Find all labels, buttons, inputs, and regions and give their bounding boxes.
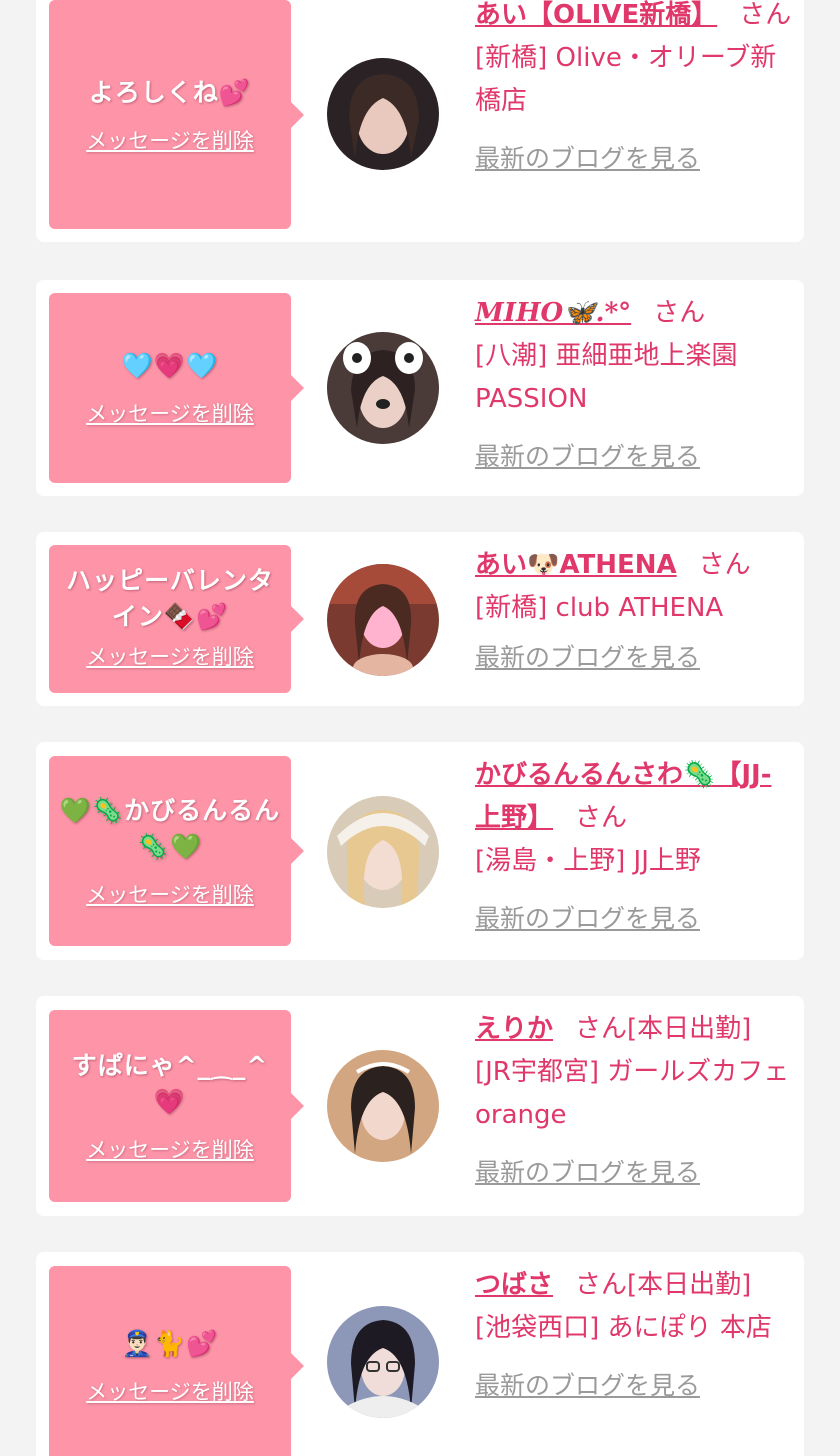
avatar[interactable] bbox=[327, 332, 439, 444]
honorific: さん bbox=[653, 298, 706, 328]
sender-info: あい【OLIVE新橋】 さん [新橋] Olive・オリーブ新橋店 最新のブログを… bbox=[475, 0, 795, 181]
message-card: 🩵💗🩵 メッセージを削除 MIHO🦋.*° さん [八潮] 亜細亜地上楽園PASS… bbox=[36, 280, 804, 496]
latest-blog-link[interactable]: 最新のブログを見る bbox=[475, 1364, 700, 1407]
avatar[interactable] bbox=[327, 796, 439, 908]
message-bubble: よろしくね💕 メッセージを削除 bbox=[49, 0, 304, 229]
message-bubble: 💚🦠かびるんるん🦠💚 メッセージを削除 bbox=[49, 756, 304, 946]
message-card: よろしくね💕 メッセージを削除 あい【OLIVE新橋】 さん [新橋] Olive… bbox=[36, 0, 804, 242]
delete-message-link[interactable]: メッセージを削除 bbox=[86, 398, 254, 428]
message-text: 👮🏻‍♂️🐈💕 bbox=[121, 1329, 219, 1358]
honorific: さん bbox=[698, 550, 751, 580]
message-list: よろしくね💕 メッセージを削除 あい【OLIVE新橋】 さん [新橋] Olive… bbox=[0, 0, 840, 1456]
sender-info: つばさ さん[本日出勤] [池袋西口] あにぽり 本店 最新のブログを見る bbox=[475, 1264, 795, 1408]
shop-name: [池袋西口] あにぽり 本店 bbox=[475, 1313, 772, 1343]
honorific: さん bbox=[575, 1014, 628, 1044]
avatar[interactable] bbox=[327, 58, 439, 170]
message-card: 💚🦠かびるんるん🦠💚 メッセージを削除 かびるんるんさわ🦠【JJ-上野】 さん [… bbox=[36, 742, 804, 960]
latest-blog-link[interactable]: 最新のブログを見る bbox=[475, 435, 700, 478]
message-text: 🩵💗🩵 bbox=[121, 351, 219, 380]
honorific: さん bbox=[575, 1270, 628, 1300]
message-bubble: 👮🏻‍♂️🐈💕 メッセージを削除 bbox=[49, 1266, 304, 1456]
shop-name: [湯島・上野] JJ上野 bbox=[475, 846, 701, 876]
sender-info: えりか さん[本日出勤] [JR宇都宮] ガールズカフェ orange 最新のブロ… bbox=[475, 1008, 795, 1195]
message-text: よろしくね💕 bbox=[88, 77, 252, 107]
delete-message-link[interactable]: メッセージを削除 bbox=[86, 125, 254, 155]
sender-info: あい🐶ATHENA さん [新橋] club ATHENA 最新のブログを見る bbox=[475, 544, 795, 680]
shop-name: [新橋] Olive・オリーブ新橋店 bbox=[475, 43, 777, 116]
avatar[interactable] bbox=[327, 564, 439, 676]
shop-name: [新橋] club ATHENA bbox=[475, 593, 724, 623]
honorific: さん bbox=[739, 0, 792, 30]
latest-blog-link[interactable]: 最新のブログを見る bbox=[475, 1151, 700, 1194]
sender-name-link[interactable]: あい【OLIVE新橋】 bbox=[475, 0, 717, 30]
shop-name: [八潮] 亜細亜地上楽園PASSION bbox=[475, 341, 738, 414]
sender-name-link[interactable]: えりか bbox=[475, 1014, 553, 1044]
message-text: 💚🦠かびるんるん🦠💚 bbox=[59, 796, 281, 861]
today-attendance-badge: [本日出勤] bbox=[627, 1014, 752, 1044]
sender-name-link[interactable]: MIHO🦋.*° bbox=[475, 298, 631, 328]
delete-message-link[interactable]: メッセージを削除 bbox=[86, 1134, 254, 1164]
today-attendance-badge: [本日出勤] bbox=[627, 1270, 752, 1300]
latest-blog-link[interactable]: 最新のブログを見る bbox=[475, 137, 700, 180]
message-bubble: 🩵💗🩵 メッセージを削除 bbox=[49, 293, 304, 483]
sender-info: MIHO🦋.*° さん [八潮] 亜細亜地上楽園PASSION 最新のブログを見る bbox=[475, 292, 795, 479]
message-text: ハッピーバレンタイン🍫💕 bbox=[66, 566, 274, 631]
delete-message-link[interactable]: メッセージを削除 bbox=[86, 1376, 254, 1406]
delete-message-link[interactable]: メッセージを削除 bbox=[86, 879, 254, 909]
avatar[interactable] bbox=[327, 1306, 439, 1418]
latest-blog-link[interactable]: 最新のブログを見る bbox=[475, 636, 700, 679]
delete-message-link[interactable]: メッセージを削除 bbox=[86, 641, 254, 671]
message-card: 👮🏻‍♂️🐈💕 メッセージを削除 つばさ さん[本日出勤] [池袋西口] あにぽり… bbox=[36, 1252, 804, 1456]
sender-name-link[interactable]: あい🐶ATHENA bbox=[475, 550, 677, 580]
message-card: ハッピーバレンタイン🍫💕 メッセージを削除 あい🐶ATHENA さん [新橋] c… bbox=[36, 532, 804, 706]
avatar[interactable] bbox=[327, 1050, 439, 1162]
sender-info: かびるんるんさわ🦠【JJ-上野】 さん [湯島・上野] JJ上野 最新のブログを見… bbox=[475, 754, 795, 941]
sender-name-link[interactable]: つばさ bbox=[475, 1270, 553, 1300]
message-bubble: すぱにゃ^_⁔_^💗 メッセージを削除 bbox=[49, 1010, 304, 1202]
message-card: すぱにゃ^_⁔_^💗 メッセージを削除 えりか さん[本日出勤] [JR宇都宮] … bbox=[36, 996, 804, 1216]
shop-name: [JR宇都宮] ガールズカフェ orange bbox=[475, 1057, 790, 1130]
message-bubble: ハッピーバレンタイン🍫💕 メッセージを削除 bbox=[49, 545, 304, 693]
latest-blog-link[interactable]: 最新のブログを見る bbox=[475, 897, 700, 940]
message-text: すぱにゃ^_⁔_^💗 bbox=[71, 1051, 269, 1116]
honorific: さん bbox=[575, 803, 628, 833]
